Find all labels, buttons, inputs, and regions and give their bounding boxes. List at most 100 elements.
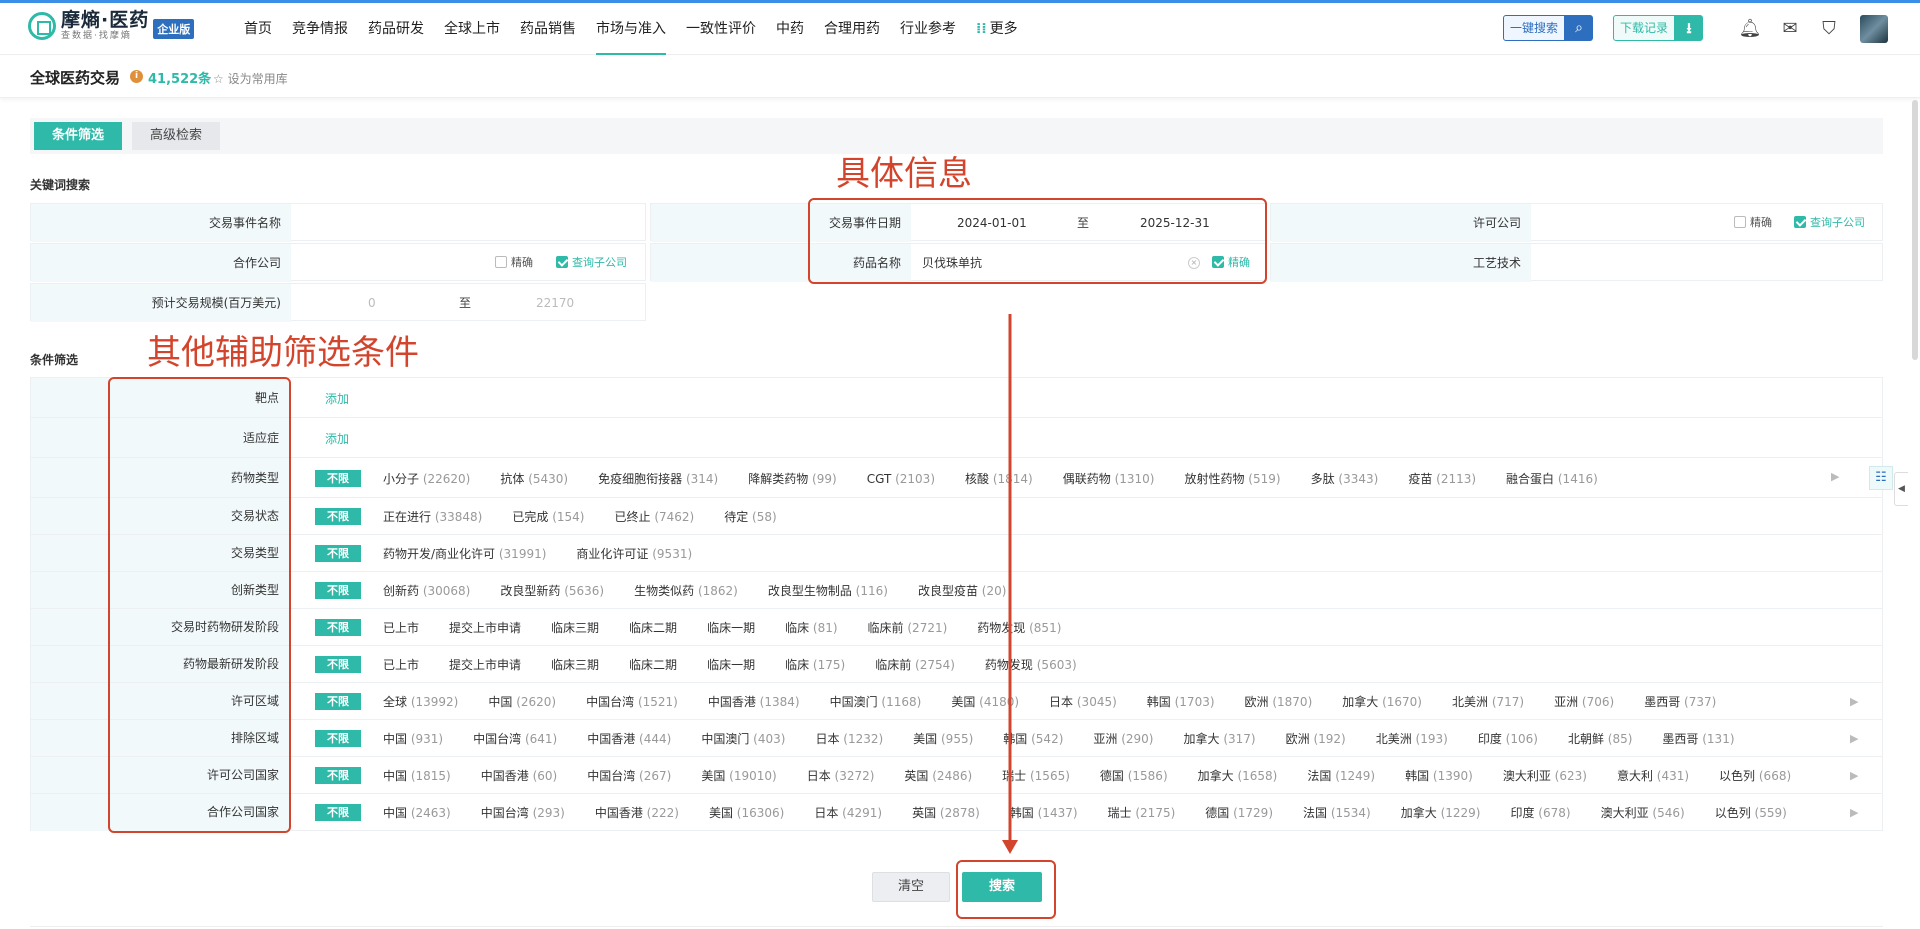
filter-option[interactable]: 中国台湾 (267) bbox=[587, 769, 671, 783]
tab-filter[interactable]: 条件筛选 bbox=[34, 122, 123, 150]
unlimited-tag[interactable]: 不限 bbox=[315, 730, 361, 747]
filter-option[interactable]: 北美洲 (717) bbox=[1452, 695, 1524, 709]
filter-option[interactable]: 免疫细胞衔接器 (314) bbox=[598, 472, 718, 486]
filter-option[interactable]: 疫苗 (2113) bbox=[1408, 472, 1476, 486]
filter-option[interactable]: 偶联药物 (1310) bbox=[1063, 472, 1155, 486]
nav-item-competition[interactable]: 竞争情报 bbox=[284, 3, 356, 55]
filter-option[interactable]: 韩国 (542) bbox=[1003, 732, 1063, 746]
filter-option[interactable]: 核酸 (1814) bbox=[965, 472, 1033, 486]
filter-option[interactable]: 中国香港 (60) bbox=[481, 769, 557, 783]
filter-option[interactable]: 美国 (16306) bbox=[709, 806, 784, 820]
filter-option[interactable]: 中国 (931) bbox=[383, 732, 443, 746]
filter-option[interactable]: 多肽 (3343) bbox=[1311, 472, 1379, 486]
filter-option[interactable]: 小分子 (22620) bbox=[383, 472, 470, 486]
filter-option[interactable]: 亚洲 (706) bbox=[1554, 695, 1614, 709]
unlimited-tag[interactable]: 不限 bbox=[315, 582, 361, 599]
play-icon[interactable]: ▶ bbox=[1850, 695, 1858, 708]
unlimited-tag[interactable]: 不限 bbox=[315, 619, 361, 636]
filter-option[interactable]: 美国 (19010) bbox=[701, 769, 776, 783]
filter-option[interactable]: 中国澳门 (1168) bbox=[830, 695, 922, 709]
filter-option[interactable]: 北美洲 (193) bbox=[1376, 732, 1448, 746]
nav-item-tcm[interactable]: 中药 bbox=[768, 3, 812, 55]
scrollbar[interactable] bbox=[1912, 100, 1918, 360]
filter-option[interactable]: 正在进行 (33848) bbox=[383, 510, 482, 524]
filter-option[interactable]: 临床三期 bbox=[551, 658, 599, 672]
filter-option[interactable]: 中国台湾 (293) bbox=[481, 806, 565, 820]
play-icon[interactable]: ▶ bbox=[1850, 769, 1858, 782]
filter-option[interactable]: 中国 (1815) bbox=[383, 769, 451, 783]
filter-option[interactable]: 中国 (2620) bbox=[488, 695, 556, 709]
nav-item-market-access[interactable]: 市场与准入 bbox=[588, 3, 674, 55]
filter-option[interactable]: 加拿大 (1229) bbox=[1401, 806, 1481, 820]
filter-option[interactable]: 以色列 (559) bbox=[1715, 806, 1787, 820]
unlimited-tag[interactable]: 不限 bbox=[315, 545, 361, 562]
licensor-subsidiary-checkbox[interactable]: 查询子公司 bbox=[1794, 204, 1865, 242]
avatar[interactable] bbox=[1860, 15, 1888, 43]
add-target-link[interactable]: 添加 bbox=[325, 390, 349, 407]
filter-option[interactable]: 提交上市申请 bbox=[449, 658, 521, 672]
download-records-button[interactable]: 下载记录 ⭳ bbox=[1613, 15, 1704, 41]
filter-option[interactable]: 改良型新药 (5636) bbox=[500, 584, 604, 598]
filter-option[interactable]: 临床 (81) bbox=[785, 621, 837, 635]
filter-option[interactable]: 已终止 (7462) bbox=[614, 510, 694, 524]
filter-option[interactable]: 临床三期 bbox=[551, 621, 599, 635]
unlimited-tag[interactable]: 不限 bbox=[315, 693, 361, 710]
scale-max-input[interactable]: 22170 bbox=[536, 284, 574, 322]
filter-option[interactable]: 日本 (4291) bbox=[814, 806, 882, 820]
filter-option[interactable]: 英国 (2878) bbox=[912, 806, 980, 820]
filter-option[interactable]: 亚洲 (290) bbox=[1093, 732, 1153, 746]
filter-option[interactable]: 澳大利亚 (546) bbox=[1601, 806, 1685, 820]
unlimited-tag[interactable]: 不限 bbox=[315, 470, 361, 487]
filter-option[interactable]: 欧洲 (1870) bbox=[1245, 695, 1313, 709]
bell-icon[interactable]: 🔔︎ bbox=[1738, 18, 1762, 40]
info-icon[interactable]: i bbox=[130, 70, 143, 83]
nav-item-rnd[interactable]: 药品研发 bbox=[360, 3, 432, 55]
filter-option[interactable]: 中国台湾 (641) bbox=[473, 732, 557, 746]
scale-min-input[interactable]: 0 bbox=[368, 284, 376, 322]
filter-option[interactable]: 日本 (3272) bbox=[807, 769, 875, 783]
filter-option[interactable]: 药物发现 (5603) bbox=[985, 658, 1077, 672]
filter-option[interactable]: 以色列 (668) bbox=[1719, 769, 1791, 783]
filter-option[interactable]: 临床二期 bbox=[629, 621, 677, 635]
filter-option[interactable]: 临床 (175) bbox=[785, 658, 845, 672]
unlimited-tag[interactable]: 不限 bbox=[315, 804, 361, 821]
collapse-panel-handle[interactable]: ◀ bbox=[1894, 472, 1908, 506]
filter-option[interactable]: 意大利 (431) bbox=[1617, 769, 1689, 783]
filter-option[interactable]: 法国 (1534) bbox=[1303, 806, 1371, 820]
nav-item-more[interactable]: ⁞⁞ 更多 bbox=[968, 3, 1026, 55]
filter-option[interactable]: 创新药 (30068) bbox=[383, 584, 470, 598]
filter-option[interactable]: 待定 (58) bbox=[724, 510, 776, 524]
message-icon[interactable]: ✉︎ bbox=[1778, 18, 1802, 40]
filter-option[interactable]: 北朝鲜 (85) bbox=[1568, 732, 1632, 746]
filter-option[interactable]: 加拿大 (317) bbox=[1184, 732, 1256, 746]
filter-option[interactable]: 瑞士 (1565) bbox=[1002, 769, 1070, 783]
filter-option[interactable]: 中国澳门 (403) bbox=[701, 732, 785, 746]
nav-item-global-launch[interactable]: 全球上市 bbox=[436, 3, 508, 55]
licensor-exact-checkbox[interactable]: 精确 bbox=[1734, 204, 1772, 242]
event-name-input[interactable] bbox=[293, 204, 643, 242]
filter-option[interactable]: 放射性药物 (519) bbox=[1184, 472, 1280, 486]
add-indication-link[interactable]: 添加 bbox=[325, 430, 349, 447]
filter-option[interactable]: 降解类药物 (99) bbox=[748, 472, 836, 486]
nav-item-home[interactable]: 首页 bbox=[236, 3, 280, 55]
filter-option[interactable]: 已上市 bbox=[383, 621, 419, 635]
filter-option[interactable]: 印度 (678) bbox=[1510, 806, 1570, 820]
filter-option[interactable]: 美国 (4180) bbox=[951, 695, 1019, 709]
partner-exact-checkbox[interactable]: 精确 bbox=[495, 244, 533, 282]
nav-item-rational-use[interactable]: 合理用药 bbox=[816, 3, 888, 55]
unlimited-tag[interactable]: 不限 bbox=[315, 656, 361, 673]
filter-option[interactable]: 墨西哥 (131) bbox=[1662, 732, 1734, 746]
filter-option[interactable]: 临床一期 bbox=[707, 621, 755, 635]
filter-option[interactable]: 临床二期 bbox=[629, 658, 677, 672]
filter-option[interactable]: 日本 (3045) bbox=[1049, 695, 1117, 709]
filter-option[interactable]: 临床前 (2754) bbox=[875, 658, 955, 672]
filter-option[interactable]: CGT (2103) bbox=[867, 472, 935, 486]
filter-option[interactable]: 药物发现 (851) bbox=[977, 621, 1061, 635]
filter-option[interactable]: 墨西哥 (737) bbox=[1644, 695, 1716, 709]
filter-option[interactable]: 商业化许可证 (9531) bbox=[576, 547, 692, 561]
filter-option[interactable]: 融合蛋白 (1416) bbox=[1506, 472, 1598, 486]
play-icon[interactable]: ▶ bbox=[1850, 806, 1858, 819]
filter-option[interactable]: 生物类似药 (1862) bbox=[634, 584, 738, 598]
filter-option[interactable]: 中国香港 (444) bbox=[587, 732, 671, 746]
unlimited-tag[interactable]: 不限 bbox=[315, 508, 361, 525]
